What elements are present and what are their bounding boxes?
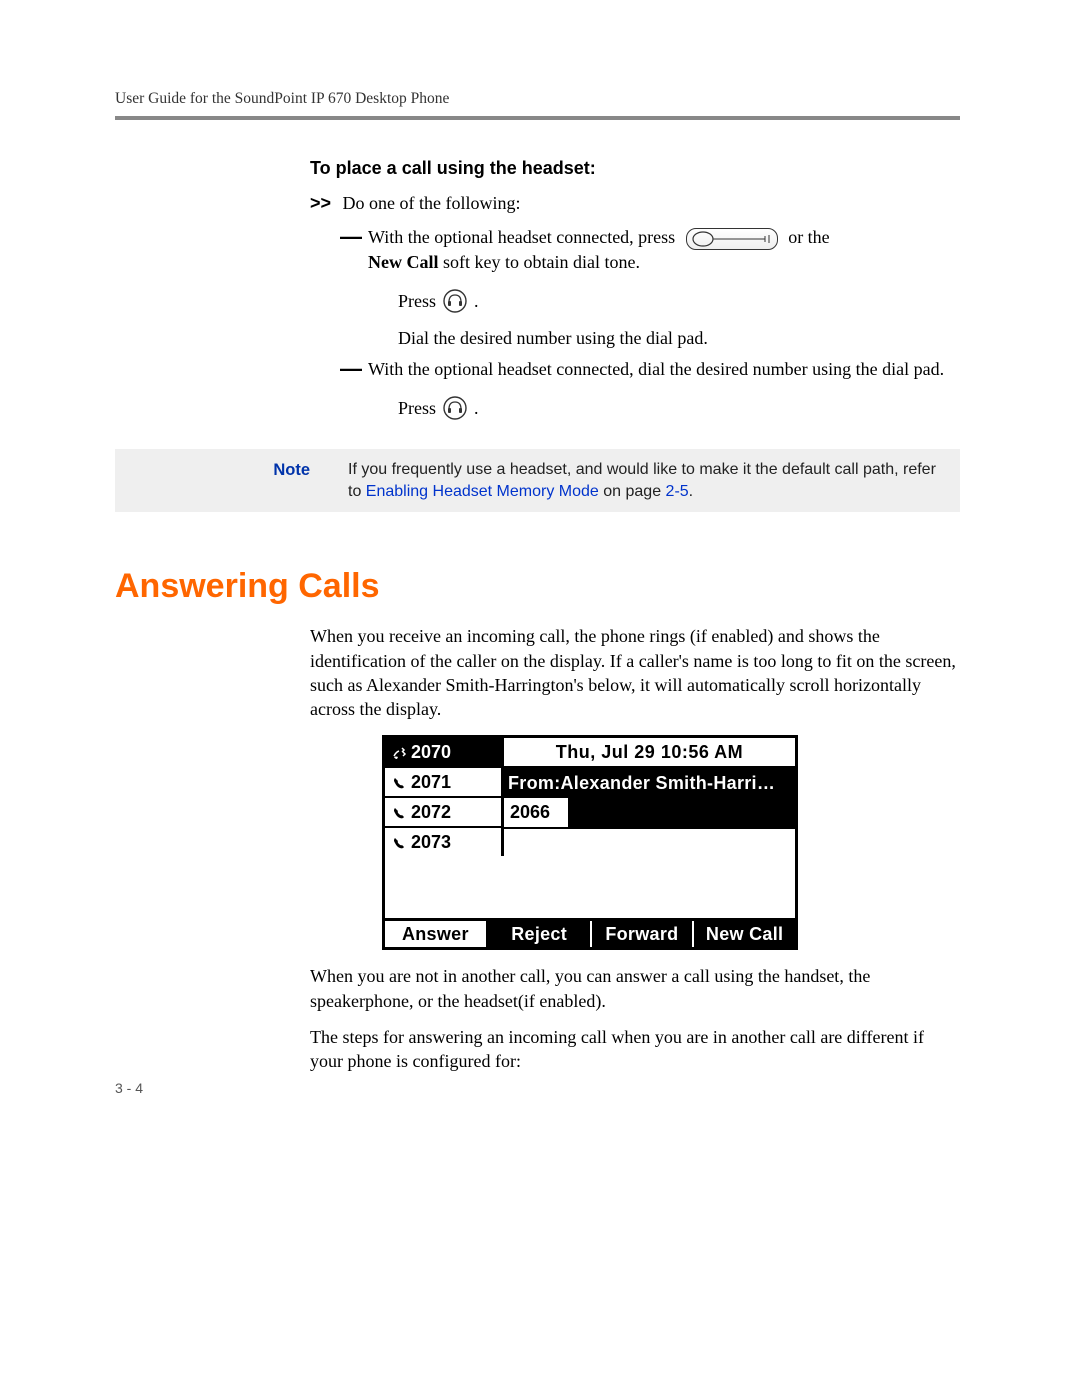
- phone-caller-number-bg: [570, 798, 795, 827]
- phone-blank-area: [385, 856, 795, 918]
- handset-icon: [391, 772, 407, 793]
- press-label-1: Press: [398, 289, 436, 313]
- running-header: User Guide for the SoundPoint IP 670 Des…: [115, 90, 960, 120]
- option1-post: or the: [788, 227, 829, 247]
- softkey-answer: Answer: [385, 921, 489, 947]
- line-2072-label: 2072: [411, 802, 451, 823]
- step-marker: >>: [310, 191, 338, 215]
- line-key-2071: 2071: [385, 768, 501, 798]
- press-headset-2: Press .: [398, 395, 479, 421]
- dash-bullet: —: [340, 225, 354, 274]
- step-intro: >> Do one of the following:: [310, 191, 960, 215]
- answering-calls-heading: Answering Calls: [115, 567, 960, 606]
- press-headset-1: Press .: [398, 288, 479, 314]
- dash-bullet: —: [340, 357, 354, 381]
- answering-para2: When you are not in another call, you ca…: [310, 964, 960, 1013]
- option1-line2-post: soft key to obtain dial tone.: [439, 252, 640, 272]
- handset-icon: [391, 802, 407, 823]
- option2-text: With the optional headset connected, dia…: [368, 359, 944, 379]
- note-label: Note: [235, 459, 310, 502]
- phone-caller-number: 2066: [504, 798, 570, 827]
- note-mid: on page: [599, 483, 666, 500]
- softkey-newcall: New Call: [694, 921, 795, 947]
- line-key-2072: 2072: [385, 798, 501, 828]
- line-2071-label: 2071: [411, 772, 451, 793]
- note-page-ref[interactable]: 2-5: [666, 483, 689, 500]
- answering-para3: The steps for answering an incoming call…: [310, 1025, 960, 1074]
- note-block: Note If you frequently use a headset, an…: [115, 449, 960, 512]
- softkey-reject: Reject: [489, 921, 592, 947]
- softkey-forward: Forward: [592, 921, 695, 947]
- newcall-keyword: New Call: [368, 252, 439, 272]
- period-2: .: [474, 396, 479, 420]
- headset-procedure-heading: To place a call using the headset:: [310, 158, 960, 179]
- phone-datetime: Thu, Jul 29 10:56 AM: [504, 738, 795, 769]
- note-xref-link[interactable]: Enabling Headset Memory Mode: [366, 483, 599, 500]
- phone-caller-name: From:Alexander Smith-Harri…: [504, 769, 795, 798]
- option1-pre: With the optional headset connected, pre…: [368, 227, 675, 247]
- headset-key-icon: [442, 395, 468, 421]
- line-2073-label: 2073: [411, 832, 451, 853]
- step-intro-text: Do one of the following:: [343, 193, 521, 213]
- note-post: .: [689, 483, 693, 500]
- phone-display-illustration: 2070 2071 2072: [382, 735, 798, 950]
- handset-icon: [391, 832, 407, 853]
- line-key-2073: 2073: [385, 828, 501, 856]
- speakerphone-key-icon: [686, 228, 778, 250]
- line-key-2070: 2070: [385, 738, 501, 768]
- line-2070-label: 2070: [411, 742, 451, 763]
- option-1: — With the optional headset connected, p…: [340, 225, 960, 274]
- period-1: .: [474, 289, 479, 313]
- ringing-icon: [391, 742, 407, 763]
- dial-instruction: Dial the desired number using the dial p…: [398, 326, 960, 350]
- headset-key-icon: [442, 288, 468, 314]
- page-number: 3 - 4: [115, 1080, 143, 1096]
- answering-para1: When you receive an incoming call, the p…: [310, 624, 960, 721]
- press-label-2: Press: [398, 396, 436, 420]
- option-2: — With the optional headset connected, d…: [340, 357, 960, 381]
